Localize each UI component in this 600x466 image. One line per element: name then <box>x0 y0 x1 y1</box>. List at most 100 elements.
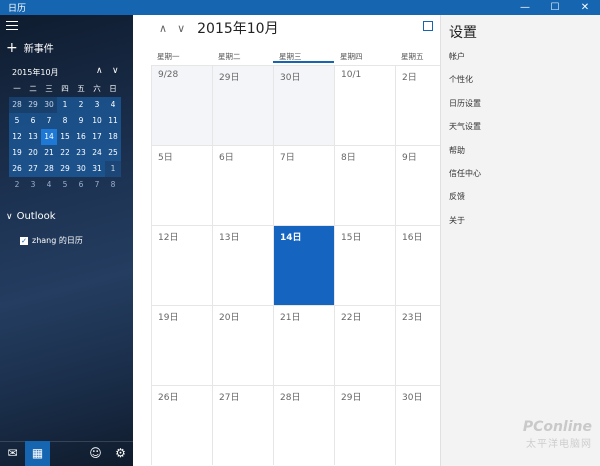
chevron-up-icon[interactable]: ∧ <box>159 22 167 35</box>
settings-item-about[interactable]: 关于 <box>449 215 481 238</box>
mini-day[interactable]: 10 <box>89 113 105 129</box>
day-cell[interactable]: 26日 <box>151 385 212 465</box>
settings-item-feedback[interactable]: 反馈 <box>449 191 481 214</box>
day-cell[interactable]: 9/28 <box>151 65 212 145</box>
maximize-button[interactable]: ☐ <box>540 0 570 15</box>
settings-item-trust-center[interactable]: 信任中心 <box>449 168 481 191</box>
mini-day[interactable]: 3 <box>25 177 41 193</box>
settings-item-weather-settings[interactable]: 天气设置 <box>449 121 481 144</box>
mini-day[interactable]: 12 <box>9 129 25 145</box>
week-row: 9/28 29日 30日 10/1 2日 <box>151 65 456 145</box>
day-cell[interactable]: 20日 <box>212 305 273 385</box>
close-button[interactable]: ✕ <box>570 0 600 15</box>
day-cell[interactable]: 29日 <box>334 385 395 465</box>
week-row: 5日 6日 7日 8日 9日 <box>151 145 456 225</box>
mini-day[interactable]: 27 <box>25 161 41 177</box>
mini-day[interactable]: 15 <box>57 129 73 145</box>
mini-day[interactable]: 6 <box>73 177 89 193</box>
mini-day[interactable]: 21 <box>41 145 57 161</box>
mini-day[interactable]: 6 <box>25 113 41 129</box>
mini-day[interactable]: 17 <box>89 129 105 145</box>
mini-day[interactable]: 5 <box>9 113 25 129</box>
mini-day[interactable]: 19 <box>9 145 25 161</box>
day-cell[interactable]: 13日 <box>212 225 273 305</box>
day-cell[interactable]: 30日 <box>273 65 334 145</box>
weekday-label: 星期四 <box>340 52 363 61</box>
settings-item-calendar-settings[interactable]: 日历设置 <box>449 98 481 121</box>
mini-day[interactable]: 7 <box>41 113 57 129</box>
day-cell[interactable]: 29日 <box>212 65 273 145</box>
day-cell[interactable]: 8日 <box>334 145 395 225</box>
mini-day[interactable]: 8 <box>105 177 121 193</box>
week-row: 19日 20日 21日 22日 23日 <box>151 305 456 385</box>
mini-calendar-header: 2015年10月 ∧ ∨ <box>12 66 122 78</box>
mini-day[interactable]: 4 <box>41 177 57 193</box>
day-cell[interactable]: 27日 <box>212 385 273 465</box>
mini-day[interactable]: 23 <box>73 145 89 161</box>
mini-day[interactable]: 1 <box>105 161 121 177</box>
chevron-down-icon[interactable]: ∨ <box>177 22 185 35</box>
day-cell[interactable]: 5日 <box>151 145 212 225</box>
day-cell[interactable]: 6日 <box>212 145 273 225</box>
mini-day-today[interactable]: 14 <box>41 129 57 145</box>
mail-icon[interactable]: ✉ <box>0 441 25 466</box>
mini-day[interactable]: 30 <box>41 97 57 113</box>
mini-week-row: 28 29 30 1 2 3 4 <box>9 97 123 113</box>
mini-week-row: 12 13 14 15 16 17 18 <box>9 129 123 145</box>
day-cell[interactable]: 15日 <box>334 225 395 305</box>
mini-day[interactable]: 13 <box>25 129 41 145</box>
day-cell[interactable]: 19日 <box>151 305 212 385</box>
mini-day[interactable]: 4 <box>105 97 121 113</box>
mini-week-row: 19 20 21 22 23 24 25 <box>9 145 123 161</box>
calendar-entry[interactable]: ✓ zhang 的日历 <box>20 235 83 246</box>
mini-day[interactable]: 20 <box>25 145 41 161</box>
feedback-smiley-icon[interactable]: ☺ <box>83 441 108 466</box>
mini-day[interactable]: 2 <box>73 97 89 113</box>
day-cell[interactable]: 7日 <box>273 145 334 225</box>
chevron-down-icon: ∨ <box>6 211 13 222</box>
mini-day[interactable]: 7 <box>89 177 105 193</box>
day-cell-today[interactable]: 14日 <box>273 225 334 305</box>
mini-day[interactable]: 5 <box>57 177 73 193</box>
mini-day[interactable]: 28 <box>41 161 57 177</box>
settings-item-personalization[interactable]: 个性化 <box>449 74 481 97</box>
mini-day[interactable]: 25 <box>105 145 121 161</box>
mini-day[interactable]: 18 <box>105 129 121 145</box>
menu-icon[interactable] <box>6 21 18 31</box>
mini-day[interactable]: 31 <box>89 161 105 177</box>
mini-day[interactable]: 29 <box>25 97 41 113</box>
mini-weekday-row: 一 二 三 四 五 六 日 <box>9 81 123 97</box>
outlook-group-toggle[interactable]: ∨ Outlook <box>6 211 56 222</box>
gear-icon[interactable]: ⚙ <box>108 441 133 466</box>
mini-day[interactable]: 22 <box>57 145 73 161</box>
checkbox-checked-icon[interactable]: ✓ <box>20 236 28 245</box>
settings-item-accounts[interactable]: 帐户 <box>449 51 481 74</box>
mini-day[interactable]: 11 <box>105 113 121 129</box>
mini-day[interactable]: 29 <box>57 161 73 177</box>
mini-day[interactable]: 24 <box>89 145 105 161</box>
calendar-view-icon[interactable] <box>423 21 433 31</box>
day-cell[interactable]: 12日 <box>151 225 212 305</box>
chevron-down-icon[interactable]: ∨ <box>112 66 119 76</box>
mini-day[interactable]: 30 <box>73 161 89 177</box>
day-cell[interactable]: 22日 <box>334 305 395 385</box>
settings-item-help[interactable]: 帮助 <box>449 145 481 168</box>
settings-panel: 设置 帐户 个性化 日历设置 天气设置 帮助 信任中心 反馈 关于 PConli… <box>440 15 600 466</box>
minimize-button[interactable]: — <box>510 0 540 15</box>
day-cell[interactable]: 28日 <box>273 385 334 465</box>
mini-day[interactable]: 9 <box>73 113 89 129</box>
mini-week-row: 2 3 4 5 6 7 8 <box>9 177 123 193</box>
mini-month-title[interactable]: 2015年10月 <box>12 67 59 78</box>
day-cell[interactable]: 10/1 <box>334 65 395 145</box>
mini-day[interactable]: 1 <box>57 97 73 113</box>
chevron-up-icon[interactable]: ∧ <box>96 66 103 76</box>
new-event-button[interactable]: + 新事件 <box>6 40 54 56</box>
calendar-icon[interactable]: ▦ <box>25 441 50 466</box>
mini-day[interactable]: 8 <box>57 113 73 129</box>
mini-day[interactable]: 26 <box>9 161 25 177</box>
mini-day[interactable]: 28 <box>9 97 25 113</box>
day-cell[interactable]: 21日 <box>273 305 334 385</box>
mini-day[interactable]: 16 <box>73 129 89 145</box>
mini-day[interactable]: 3 <box>89 97 105 113</box>
mini-day[interactable]: 2 <box>9 177 25 193</box>
